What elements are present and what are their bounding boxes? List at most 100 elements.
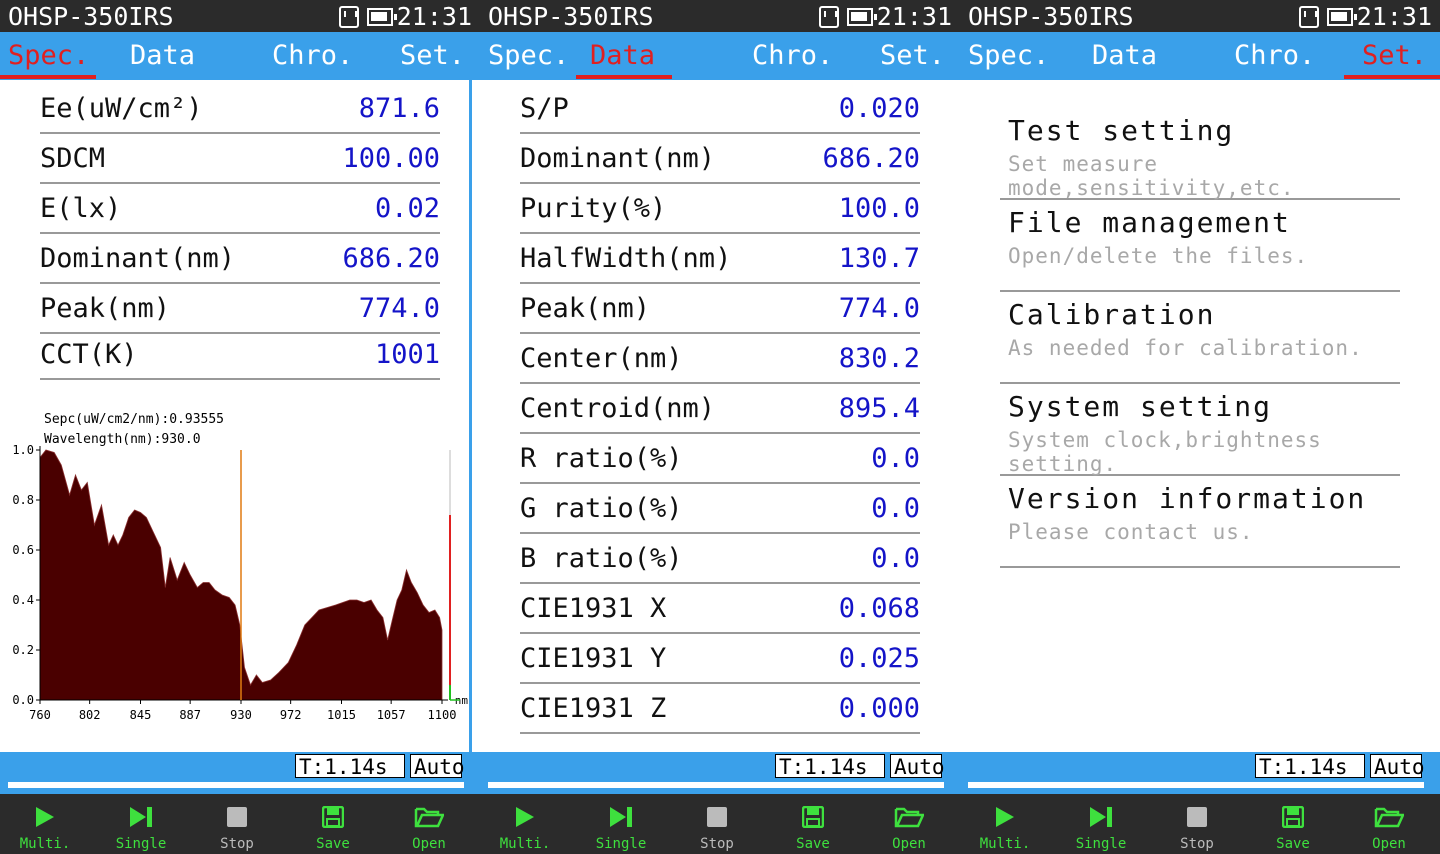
spectrum-chart[interactable]: Sepc(uW/cm2/nm):0.93555 Wavelength(nm):9… (0, 400, 470, 730)
sd-card-icon (818, 5, 839, 28)
x-tick-label: 802 (79, 708, 101, 722)
row-value: 100.0 (838, 193, 920, 224)
stop-icon (1187, 807, 1207, 827)
menu-item-subtitle: Set measure mode,sensitivity,etc. (1008, 152, 1295, 200)
x-tick-label: 760 (29, 708, 51, 722)
step-icon (610, 807, 632, 827)
data-row: Center(nm) 830.2 (520, 334, 920, 384)
status-bar: OHSP-350IRS 21:31 (960, 0, 1440, 32)
row-value: 130.7 (838, 243, 920, 274)
row-label: CCT(K) (40, 339, 138, 370)
play-icon (36, 807, 54, 827)
mode-auto[interactable]: Auto (1370, 754, 1425, 779)
row-label: CIE1931 X (520, 593, 667, 624)
stop-button[interactable]: Stop (672, 794, 762, 854)
tab-data[interactable]: Data (130, 40, 195, 71)
status-bar: OHSP-350IRS 21:31 (480, 0, 960, 32)
row-label: G ratio(%) (520, 493, 683, 524)
spec-row: CCT(K) 1001 (40, 334, 440, 380)
single-button[interactable]: Single (1056, 794, 1146, 854)
menu-item-system-setting[interactable]: System setting System clock,brightness se… (1000, 386, 1400, 476)
spec-row: Peak(nm) 774.0 (40, 284, 440, 334)
data-row: Purity(%) 100.0 (520, 184, 920, 234)
menu-item-title: File management (1008, 206, 1291, 239)
open-button[interactable]: Open (384, 794, 474, 854)
open-button[interactable]: Open (1344, 794, 1434, 854)
y-tick-label: 0.6 (12, 543, 34, 557)
save-button[interactable]: Save (288, 794, 378, 854)
clock: 21:31 (876, 2, 952, 31)
tab-bar: Spec. Data Chro. Set. (960, 32, 1440, 80)
tab-data[interactable]: Data (1092, 40, 1157, 71)
panel-divider (469, 80, 472, 752)
row-value: 1001 (374, 339, 440, 370)
save-button[interactable]: Save (1248, 794, 1338, 854)
save-button[interactable]: Save (768, 794, 858, 854)
folder-open-icon (414, 807, 444, 828)
row-label: B ratio(%) (520, 543, 683, 574)
device-name: OHSP-350IRS (8, 2, 174, 31)
menu-item-title: Version information (1008, 482, 1367, 515)
save-icon (802, 806, 824, 828)
multi-button[interactable]: Multi. (0, 794, 90, 854)
row-label: E(lx) (40, 193, 122, 224)
single-button[interactable]: Single (96, 794, 186, 854)
action-toolbar: Multi. Single Stop Save Open (960, 794, 1440, 854)
multi-button[interactable]: Multi. (960, 794, 1050, 854)
integration-time: T:1.14s (775, 754, 885, 779)
data-row: CIE1931 Z 0.000 (520, 684, 920, 734)
row-value: 686.20 (822, 143, 920, 174)
x-tick-label: 1057 (377, 708, 406, 722)
x-tick-label: 930 (230, 708, 252, 722)
y-tick-label: 0.0 (12, 693, 34, 707)
tab-set[interactable]: Set. (400, 40, 465, 71)
data-row: S/P 0.020 (520, 84, 920, 134)
tab-spec[interactable]: Spec. (488, 40, 569, 71)
mode-auto[interactable]: Auto (410, 754, 465, 779)
folder-open-icon (894, 807, 924, 828)
data-row: HalfWidth(nm) 130.7 (520, 234, 920, 284)
integration-time: T:1.14s (295, 754, 405, 779)
chart-annotation-wavelength: Wavelength(nm):930.0 (44, 432, 201, 447)
tab-spec[interactable]: Spec. (8, 40, 89, 71)
single-button[interactable]: Single (576, 794, 666, 854)
data-row: CIE1931 X 0.068 (520, 584, 920, 634)
tab-data[interactable]: Data (590, 40, 655, 71)
settings-menu: Test setting Set measure mode,sensitivity… (1000, 110, 1400, 570)
play-icon (996, 807, 1014, 827)
measure-status-strip: T:1.14s Auto (960, 752, 1440, 794)
single-label: Single (115, 836, 167, 852)
stop-icon (707, 807, 727, 827)
active-tab-indicator (576, 75, 672, 79)
measure-status-strip: T:1.14s Auto (480, 752, 960, 794)
tab-chro[interactable]: Chro. (752, 40, 833, 71)
multi-button[interactable]: Multi. (480, 794, 570, 854)
open-button[interactable]: Open (864, 794, 954, 854)
mode-auto[interactable]: Auto (890, 754, 945, 779)
tab-set[interactable]: Set. (1362, 40, 1427, 71)
x-tick-label: 972 (280, 708, 302, 722)
tab-spec[interactable]: Spec. (968, 40, 1049, 71)
menu-item-version-information[interactable]: Version information Please contact us. (1000, 478, 1400, 568)
menu-item-calibration[interactable]: Calibration As needed for calibration. (1000, 294, 1400, 384)
save-icon (1282, 806, 1304, 828)
tab-chro[interactable]: Chro. (1234, 40, 1315, 71)
spec-row: Ee(uW/cm²) 871.6 (40, 84, 440, 134)
row-label: HalfWidth(nm) (520, 243, 732, 274)
menu-item-subtitle: System clock,brightness setting. (1008, 428, 1322, 476)
status-bar: OHSP-350IRS 21:31 (0, 0, 480, 32)
menu-item-test-setting[interactable]: Test setting Set measure mode,sensitivity… (1000, 110, 1400, 200)
y-tick-label: 0.2 (12, 643, 34, 657)
stop-label: Stop (220, 836, 254, 852)
stop-button[interactable]: Stop (192, 794, 282, 854)
single-label: Single (1075, 836, 1127, 852)
spec-list: Ee(uW/cm²) 871.6 SDCM 100.00 E(lx) 0.02 Dom… (40, 84, 440, 380)
stop-button[interactable]: Stop (1152, 794, 1242, 854)
row-value: 0.02 (374, 193, 440, 224)
tab-set[interactable]: Set. (880, 40, 945, 71)
row-value: 0.025 (838, 643, 920, 674)
save-icon (322, 806, 344, 828)
sd-card-icon (338, 5, 359, 28)
tab-chro[interactable]: Chro. (272, 40, 353, 71)
menu-item-file-management[interactable]: File management Open/delete the files. (1000, 202, 1400, 292)
